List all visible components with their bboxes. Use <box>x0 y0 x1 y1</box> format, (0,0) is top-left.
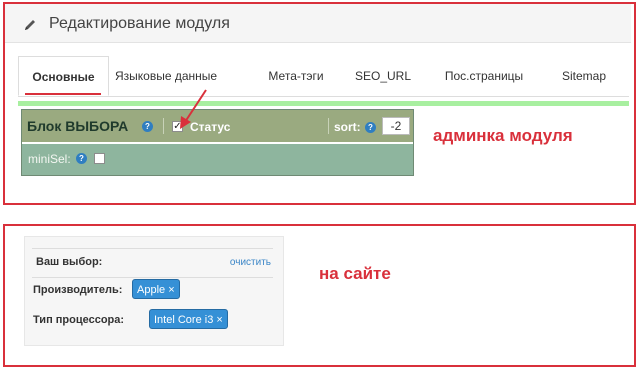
tab-sitemap[interactable]: Sitemap <box>554 56 614 96</box>
help-icon[interactable]: ? <box>142 121 153 132</box>
minisel-label: miniSel: <box>28 152 71 166</box>
tab-bar: Основные Языковые данные Мета-тэги SEO_U… <box>18 56 629 97</box>
clear-link[interactable]: очистить <box>230 257 271 268</box>
filter-widget: Ваш выбор: очистить Производитель: Apple… <box>24 236 284 346</box>
tab-seo-url[interactable]: SEO_URL <box>351 56 415 96</box>
help-icon[interactable]: ? <box>76 153 87 164</box>
filter-chip-processor[interactable]: Intel Core i3 × <box>149 309 228 329</box>
filter-chip-manufacturer[interactable]: Apple × <box>132 279 180 299</box>
divider <box>328 118 329 134</box>
sort-input[interactable]: -2 <box>382 117 410 135</box>
active-tab-underline-annotation <box>25 93 101 95</box>
filter-header: Ваш выбор: очистить <box>32 248 273 278</box>
module-block: Блок ВЫБОРА ? ✓ Статус sort: ? -2 miniSe… <box>21 109 414 176</box>
site-annotation: на сайте <box>319 264 391 283</box>
sort-label: sort: <box>334 120 361 134</box>
filter-label-processor: Тип процессора: <box>33 314 125 326</box>
tab-main[interactable]: Основные <box>18 56 109 96</box>
admin-annotation: админка модуля <box>433 126 573 145</box>
progress-strip <box>18 101 629 106</box>
panel-header: Редактирование модуля <box>5 4 631 43</box>
module-block-header: Блок ВЫБОРА ? ✓ Статус sort: ? -2 <box>22 110 413 144</box>
filter-label-manufacturer: Производитель: <box>33 284 123 296</box>
block-title: Блок ВЫБОРА <box>27 118 129 134</box>
arrow-icon <box>180 89 207 129</box>
divider <box>163 118 164 134</box>
tab-pos-pages[interactable]: Пос.страницы <box>442 56 526 96</box>
tab-meta-tags[interactable]: Мета-тэги <box>261 56 331 96</box>
filter-title: Ваш выбор: <box>36 256 103 268</box>
page-title: Редактирование модуля <box>49 15 230 32</box>
help-icon[interactable]: ? <box>365 122 376 133</box>
minisel-checkbox[interactable] <box>94 153 105 164</box>
pencil-icon <box>25 20 35 30</box>
